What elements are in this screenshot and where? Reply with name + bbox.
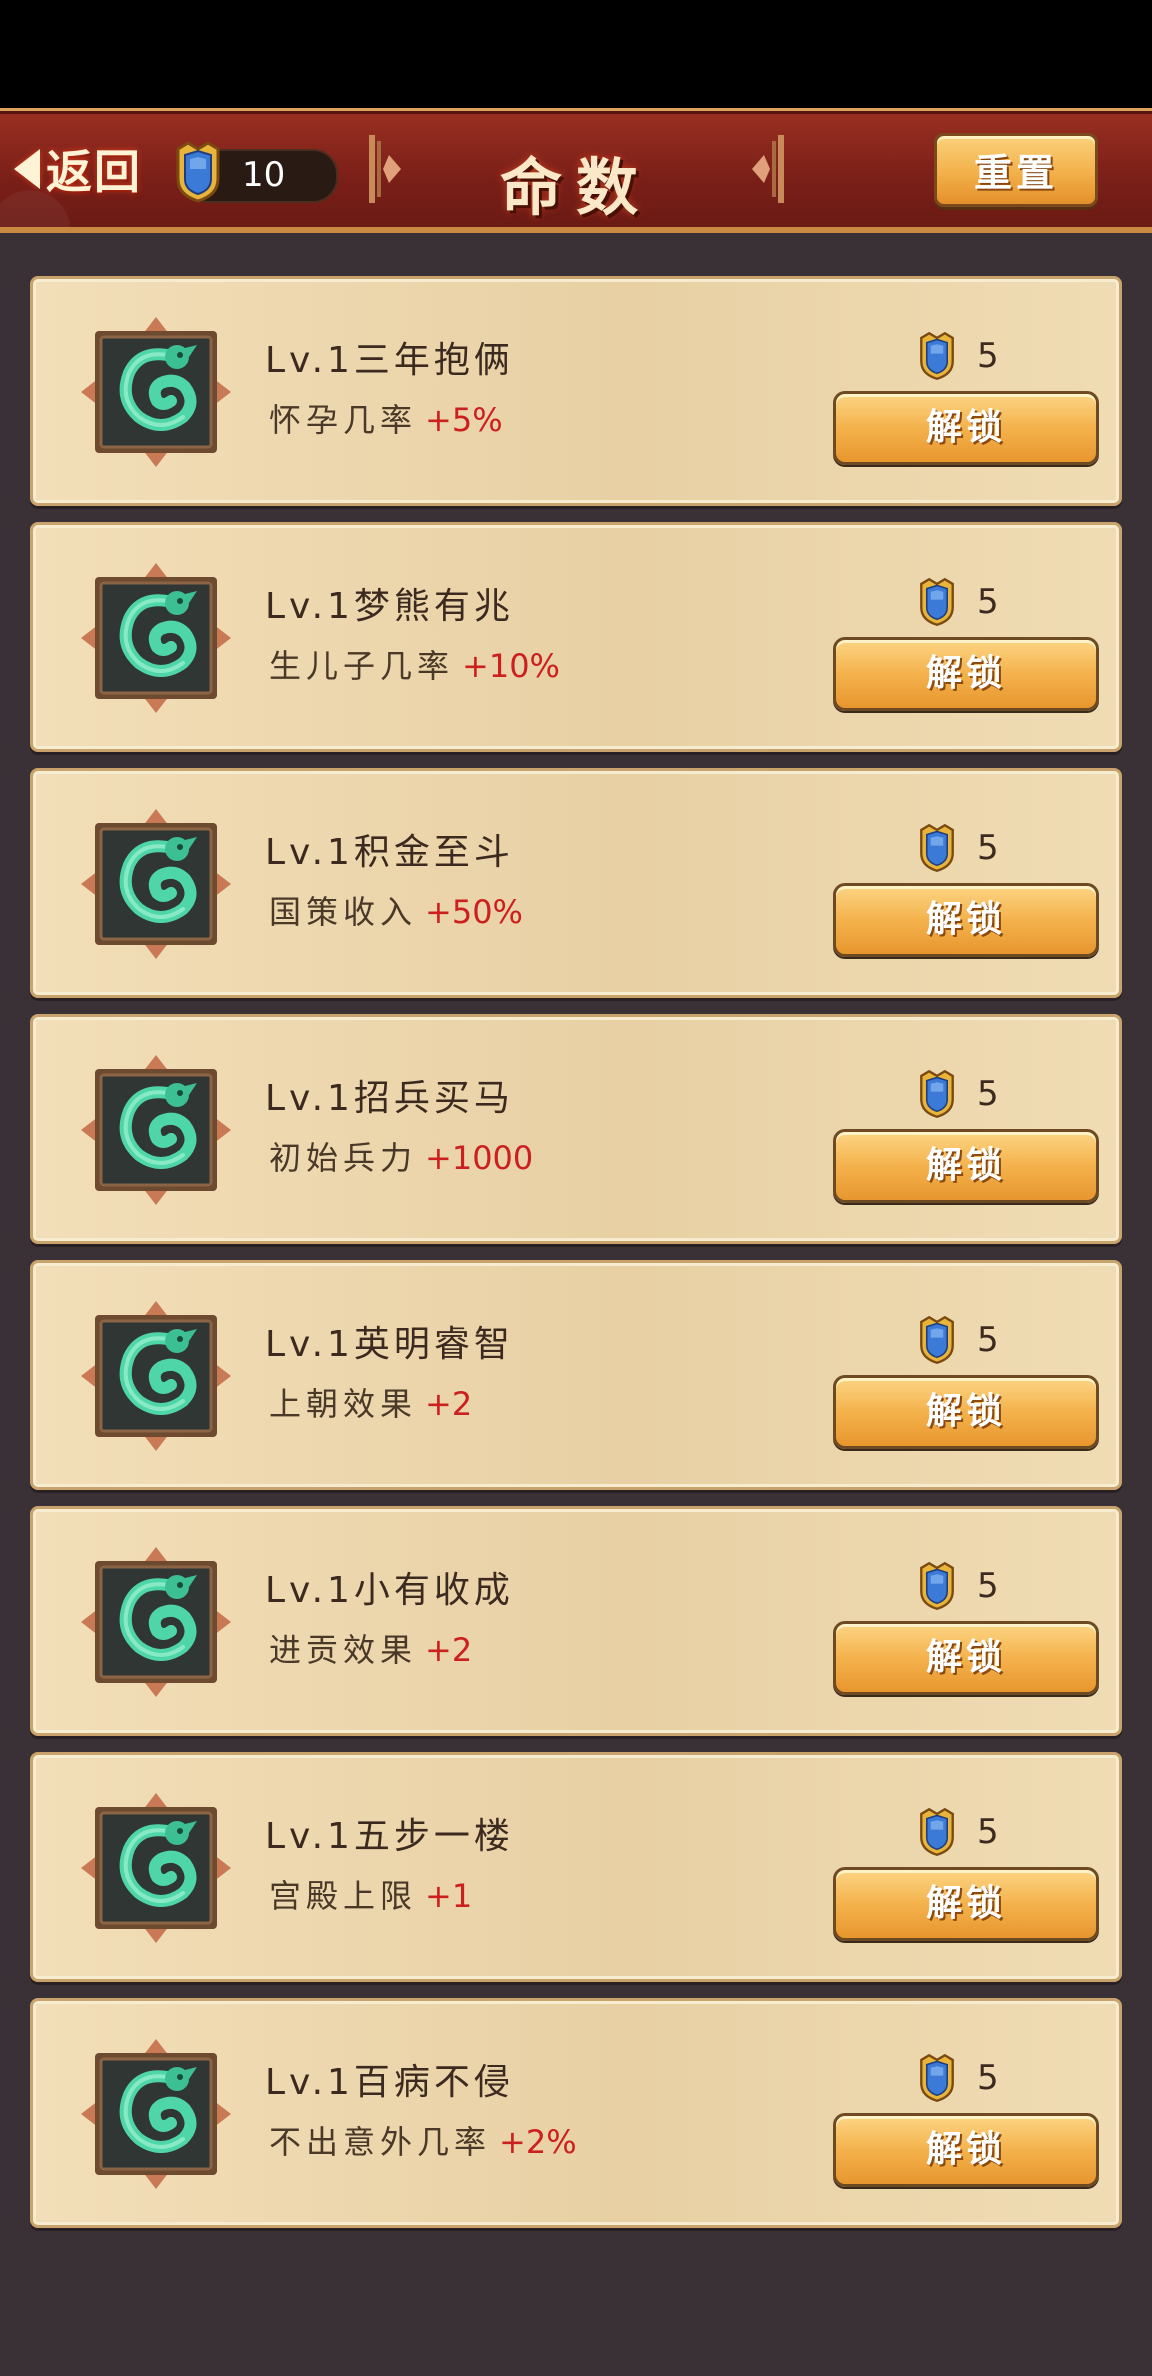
jade-dragon-icon (81, 1793, 231, 1943)
effect-label: 生儿子几率 (269, 647, 455, 685)
shield-token-icon (920, 823, 954, 873)
effect-label: 宫殿上限 (269, 1877, 418, 1915)
header-bar: 返回 10 命数 重置 (0, 108, 1152, 233)
cost-value: 5 (977, 1566, 999, 1606)
unlock-cost: 5 (915, 329, 999, 383)
unlock-cost: 5 (915, 2051, 999, 2105)
effect-bonus: +50% (425, 893, 523, 931)
destiny-name: Lv.1五步一楼 (265, 1816, 514, 1857)
unlock-button[interactable]: 解锁 (833, 1129, 1099, 1203)
unlock-button[interactable]: 解锁 (833, 2113, 1099, 2187)
destiny-effect: 上朝效果 +2 (269, 1379, 472, 1425)
jade-dragon-icon (81, 809, 231, 959)
destiny-name: Lv.1招兵买马 (265, 1078, 514, 1119)
unlock-button[interactable]: 解锁 (833, 391, 1099, 465)
destiny-name: Lv.1三年抱俩 (265, 340, 514, 381)
effect-bonus: +5% (425, 401, 503, 439)
effect-bonus: +1000 (425, 1139, 534, 1177)
cost-value: 5 (977, 828, 999, 868)
jade-dragon-icon (81, 1055, 231, 1205)
destiny-card: Lv.1英明睿智 上朝效果 +2 5 解锁 (30, 1260, 1122, 1490)
unlock-button[interactable]: 解锁 (833, 883, 1099, 957)
destiny-card: Lv.1招兵买马 初始兵力 +1000 5 解锁 (30, 1014, 1122, 1244)
destiny-name: Lv.1梦熊有兆 (265, 586, 514, 627)
destiny-card: Lv.1梦熊有兆 生儿子几率 +10% 5 解锁 (30, 522, 1122, 752)
unlock-cost: 5 (915, 1067, 999, 1121)
unlock-button[interactable]: 解锁 (833, 1375, 1099, 1449)
jade-dragon-icon (81, 2039, 231, 2189)
effect-bonus: +2 (425, 1385, 473, 1423)
shield-token-icon (920, 331, 954, 381)
shield-token-icon (920, 1561, 954, 1611)
effect-label: 上朝效果 (269, 1385, 418, 1423)
effect-label: 国策收入 (269, 893, 418, 931)
destiny-name: Lv.1积金至斗 (265, 832, 514, 873)
destiny-effect: 宫殿上限 +1 (269, 1871, 472, 1917)
status-bar (0, 0, 1152, 108)
title-ornament-right-icon (752, 135, 784, 203)
destiny-card: Lv.1三年抱俩 怀孕几率 +5% 5 解锁 (30, 276, 1122, 506)
shield-token-icon (920, 1315, 954, 1365)
shield-token-icon (920, 2053, 954, 2103)
destiny-name: Lv.1百病不侵 (265, 2062, 514, 2103)
cost-value: 5 (977, 2058, 999, 2098)
unlock-cost: 5 (915, 1313, 999, 1367)
destiny-effect: 生儿子几率 +10% (269, 641, 560, 687)
destiny-effect: 怀孕几率 +5% (269, 395, 503, 441)
effect-label: 不出意外几率 (269, 2123, 492, 2161)
effect-bonus: +1 (425, 1877, 473, 1915)
jade-dragon-icon (81, 563, 231, 713)
effect-bonus: +2 (425, 1631, 473, 1669)
destiny-card: Lv.1百病不侵 不出意外几率 +2% 5 解锁 (30, 1998, 1122, 2228)
unlock-button[interactable]: 解锁 (833, 637, 1099, 711)
shield-token-icon (920, 1807, 954, 1857)
unlock-cost: 5 (915, 821, 999, 875)
destiny-name: Lv.1小有收成 (265, 1570, 514, 1611)
destiny-effect: 国策收入 +50% (269, 887, 523, 933)
effect-label: 进贡效果 (269, 1631, 418, 1669)
unlock-cost: 5 (915, 575, 999, 629)
cost-value: 5 (977, 336, 999, 376)
cost-value: 5 (977, 1074, 999, 1114)
shield-token-icon (920, 577, 954, 627)
destiny-name: Lv.1英明睿智 (265, 1324, 514, 1365)
effect-bonus: +10% (462, 647, 560, 685)
destiny-effect: 不出意外几率 +2% (269, 2117, 577, 2163)
destiny-effect: 初始兵力 +1000 (269, 1133, 533, 1179)
destiny-effect: 进贡效果 +2 (269, 1625, 472, 1671)
effect-label: 初始兵力 (269, 1139, 418, 1177)
unlock-button[interactable]: 解锁 (833, 1867, 1099, 1941)
cost-value: 5 (977, 1320, 999, 1360)
shield-token-icon (920, 1069, 954, 1119)
jade-dragon-icon (81, 1301, 231, 1451)
unlock-cost: 5 (915, 1805, 999, 1859)
jade-dragon-icon (81, 317, 231, 467)
effect-label: 怀孕几率 (269, 401, 418, 439)
destiny-card: Lv.1积金至斗 国策收入 +50% 5 解锁 (30, 768, 1122, 998)
destiny-card: Lv.1五步一楼 宫殿上限 +1 5 解锁 (30, 1752, 1122, 1982)
cost-value: 5 (977, 582, 999, 622)
unlock-button[interactable]: 解锁 (833, 1621, 1099, 1695)
destiny-card: Lv.1小有收成 进贡效果 +2 5 解锁 (30, 1506, 1122, 1736)
effect-bonus: +2% (499, 2123, 577, 2161)
reset-button[interactable]: 重置 (934, 133, 1098, 207)
jade-dragon-icon (81, 1547, 231, 1697)
cost-value: 5 (977, 1812, 999, 1852)
unlock-cost: 5 (915, 1559, 999, 1613)
